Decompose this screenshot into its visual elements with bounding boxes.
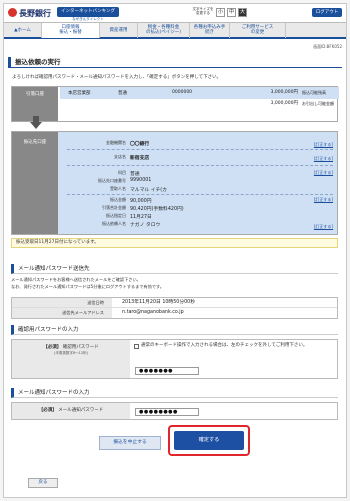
mail-pw-label: メール通知パスワード (58, 408, 104, 413)
mail-address-row: 送信先メールアドレス n.taro@naganobank.co.jp (12, 308, 337, 318)
confirm-button[interactable]: 確定する (174, 431, 244, 450)
confirm-pw-box: 【必須】 確認用パスワード (半角英数字8〜12桁) 通常のキーボード操作で入力… (11, 339, 338, 379)
confirm-pw-sub: (半角英数字8〜12桁) (54, 351, 88, 355)
confirm-pw-section-title: 確認用パスワードの入力 (11, 325, 338, 335)
cancel-transfer-button[interactable]: 振込を中止する (99, 436, 161, 450)
address-label: 送信先メールアドレス (12, 308, 112, 318)
edit-branch-link[interactable]: [訂正する] (314, 156, 333, 162)
fontsize-small-button[interactable]: 小 (216, 8, 225, 17)
nav-account-transfer[interactable]: 口座情報 振込・振替 (42, 23, 100, 38)
mail-info-table: 送信日時 2013年11月20日 10時50分00秒 送信先メールアドレス n.… (11, 297, 338, 319)
bank-name: 長野銀行 (19, 9, 51, 18)
bank-logo-icon (8, 8, 17, 17)
mail-pw-section-title: メール通知パスワードの入力 (11, 388, 338, 398)
balance-label: 振込可能残高 (302, 89, 326, 95)
balance-value: 3,000,000円 (270, 90, 298, 95)
software-keyboard-checkbox[interactable] (134, 344, 139, 349)
nav-label: 振込・振替 (59, 30, 82, 35)
confirm-pw-label: 確認用パスワード (62, 345, 99, 350)
row-value: マルマル イチ(カ (130, 187, 167, 193)
edit-bank-link[interactable]: [訂正する] (314, 142, 333, 148)
row-value: 新宿支店 (130, 155, 150, 161)
mail-note-1: メール通知パスワードをお客様へ送信されたメールをご確認下さい。 (11, 277, 141, 282)
nav-service-change[interactable]: ご利用サービス の変更 (230, 23, 286, 38)
mail-pw-box: 【必須】 メール通知パスワード ●●●●●●●● (11, 402, 338, 420)
required-mark: 【必須】 (38, 408, 57, 413)
available-label: お引出し可能金額 (302, 100, 334, 106)
to-row-bank: 金融機関名 〇〇銀行 (60, 138, 339, 147)
to-row-branch: 支店名 新宿支店 (60, 152, 339, 161)
from-number: 0000000 (172, 90, 193, 95)
sent-time-value: 2013年11月20日 10時50分00秒 (122, 300, 196, 305)
from-account-panel: 引落口座 本店営業部 普通 0000000 3,000,000円 振込可能残高 … (11, 86, 339, 122)
nav-applications[interactable]: 各種お申込み手 続き (190, 23, 230, 38)
to-account-label: 振込先口座 (12, 132, 58, 234)
notice-banner: 振込受取日11月27日付になっています。 (11, 238, 338, 248)
divider (67, 165, 333, 166)
edit-sender-link[interactable]: [訂正する] (314, 224, 333, 230)
mail-note-2: なお、発行されたメール通知パスワードは5分後にログアウトするまで有効です。 (11, 284, 164, 289)
from-branch: 本店営業部 (68, 91, 91, 96)
row-key: 支店名 (114, 154, 126, 159)
row-key: 受取人名 (110, 186, 126, 191)
nav-label: 続き (205, 30, 214, 35)
divider (67, 149, 333, 150)
confirm-pw-label-cell: 【必須】 確認用パスワード (半角英数字8〜12桁) (12, 340, 130, 378)
address-value: n.taro@naganobank.co.jp (122, 310, 184, 315)
to-row-recipient: 受取人名 マルマル イチ(カ (60, 184, 339, 193)
nav-asset[interactable]: 資産運用 (100, 23, 138, 38)
ib-title: インターネットバンキング (60, 9, 116, 14)
to-row-sender: 振込依頼人名 ナガノ タロウ (60, 219, 339, 228)
row-key: 金融機関名 (106, 140, 126, 145)
row-value: ナガノ タロウ (130, 222, 161, 228)
nav-label: の変更 (250, 30, 265, 35)
fontsize-label: 文字サイズを変更する (192, 7, 214, 15)
from-type: 普通 (118, 91, 127, 96)
sent-time-label: 送信日時 (12, 298, 112, 307)
nav-payeasy[interactable]: 税金・各種料金 の払込(ペイジー) (138, 23, 190, 38)
row-value: 9990001 (130, 177, 152, 183)
main-nav: ▲ホーム 口座情報 振込・振替 資産運用 税金・各種料金 の払込(ペイジー) 各… (4, 22, 346, 39)
mail-section-title: メール通知パスワード送信先 (11, 264, 338, 274)
mail-sent-time-row: 送信日時 2013年11月20日 10時50分00秒 (12, 298, 337, 308)
back-button[interactable]: 戻る (28, 478, 58, 488)
available-value: 3,000,000円 (270, 101, 298, 106)
nav-label: の払込(ペイジー) (145, 30, 181, 35)
screen-id: 画面ID:BFK052 (313, 44, 342, 49)
page-frame: 長野銀行 インターネットバンキング ながぎんダイレクト 文字サイズを変更する 小… (3, 3, 347, 498)
mail-pw-label-cell: 【必須】 メール通知パスワード (12, 403, 130, 419)
required-mark: 【必須】 (43, 345, 62, 350)
intro-text: よろしければ確認用パスワード・メール通知パスワードを入力し、「確定する」ボタンを… (12, 75, 222, 80)
to-account-panel: 振込先口座 金融機関名 〇〇銀行 [訂正する] 支店名 新宿支店 [訂正する] … (11, 131, 338, 235)
from-account-row: 本店営業部 普通 0000000 3,000,000円 振込可能残高 (60, 87, 339, 99)
row-key: 振込依頼人名 (102, 221, 126, 226)
ib-subtitle: ながぎんダイレクト (72, 17, 104, 21)
confirm-password-input[interactable]: ●●●●●●● (135, 367, 199, 375)
down-arrow-icon (30, 122, 42, 129)
fontsize-medium-button[interactable]: 中 (227, 8, 236, 17)
ib-badge: インターネットバンキング ながぎんダイレクト (57, 7, 119, 21)
software-keyboard-label: 通常のキーボード操作で入力される場合は、左のチェックを外してご利用下さい。 (141, 343, 308, 348)
logout-button[interactable]: ログアウト (312, 8, 342, 17)
nav-home[interactable]: ▲ホーム (4, 23, 42, 38)
page-title: 振込依頼の実行 (8, 57, 342, 68)
mail-password-input[interactable]: ●●●●●●●● (135, 408, 199, 416)
row-value: 〇〇銀行 (130, 141, 150, 147)
header: 長野銀行 インターネットバンキング ながぎんダイレクト 文字サイズを変更する 小… (4, 4, 346, 22)
fontsize-large-button[interactable]: 大 (238, 8, 247, 17)
confirm-button-highlight: 確定する (168, 425, 250, 456)
